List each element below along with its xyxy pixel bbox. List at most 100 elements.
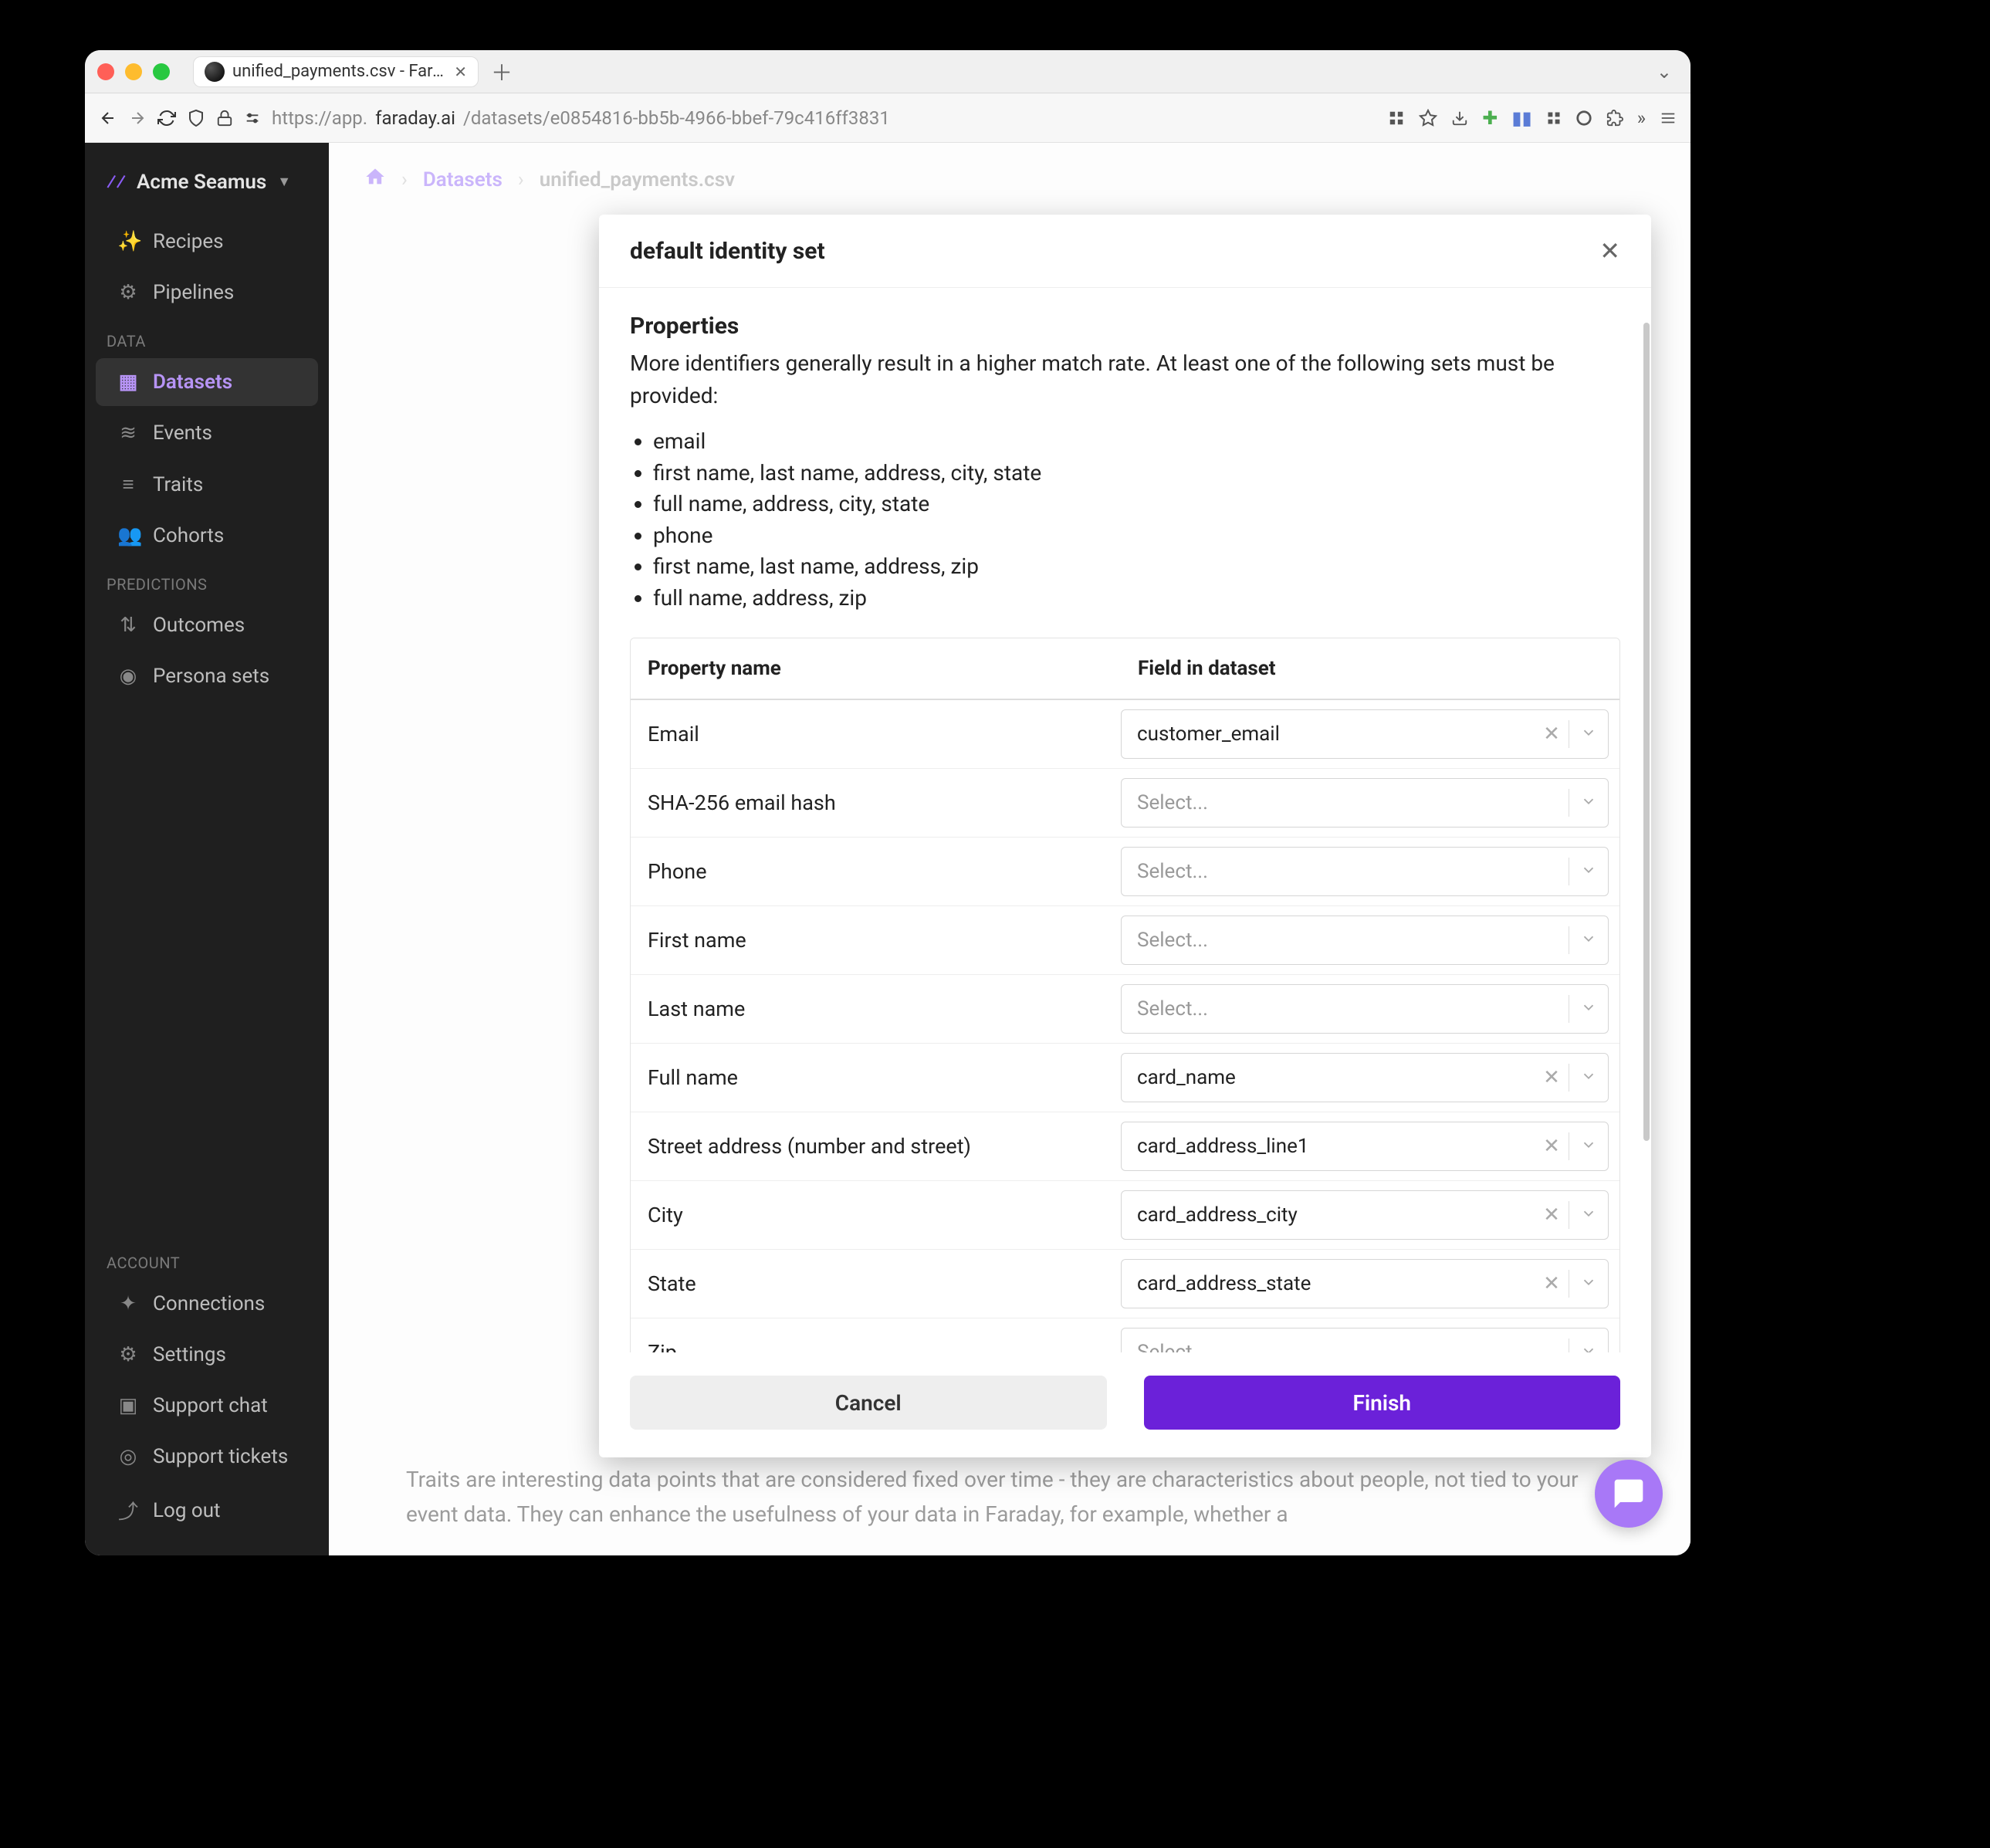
field-select[interactable]: card_address_line1✕	[1121, 1122, 1609, 1171]
sidebar-item-pipelines[interactable]: ⚙Pipelines	[96, 269, 318, 316]
org-switcher[interactable]: ⁄⁄ Acme Seamus ▼	[85, 160, 329, 216]
field-select[interactable]: card_address_state✕	[1121, 1259, 1609, 1308]
traits-icon: ≡	[117, 472, 139, 496]
chevron-down-icon[interactable]	[1569, 999, 1608, 1019]
clear-icon[interactable]: ✕	[1535, 1066, 1569, 1089]
chevron-down-icon[interactable]	[1569, 793, 1608, 813]
field-select[interactable]: Select...	[1121, 1328, 1609, 1352]
ext3-icon[interactable]	[1546, 110, 1562, 126]
lock-icon[interactable]	[216, 110, 233, 127]
chevron-down-icon[interactable]	[1569, 861, 1608, 882]
sidebar-item-logout[interactable]: ⤴Log out	[96, 1484, 318, 1537]
tab-close-icon[interactable]: ✕	[454, 63, 467, 81]
ext2-icon[interactable]: ▮▮	[1511, 107, 1531, 129]
new-tab-button[interactable]: ＋	[491, 56, 513, 87]
extensions-icon[interactable]	[1606, 110, 1623, 127]
clear-icon[interactable]: ✕	[1535, 1272, 1569, 1295]
tickets-icon: ◎	[117, 1445, 139, 1468]
field-select[interactable]: Select...	[1121, 984, 1609, 1034]
clear-icon[interactable]: ✕	[1535, 1135, 1569, 1158]
permissions-icon[interactable]	[244, 110, 261, 127]
properties-table: Property name Field in dataset Emailcust…	[630, 638, 1620, 1352]
field-select[interactable]: Select...	[1121, 847, 1609, 896]
field-select[interactable]: Select...	[1121, 916, 1609, 965]
sidebar-item-settings[interactable]: ⚙Settings	[96, 1331, 318, 1379]
table-header: Property name Field in dataset	[631, 638, 1619, 700]
sidebar-item-datasets[interactable]: ▦ Datasets	[96, 358, 318, 406]
property-name-cell: First name	[631, 928, 1121, 953]
field-select[interactable]: Select...	[1121, 778, 1609, 828]
sidebar-item-cohorts[interactable]: 👥Cohorts	[96, 512, 318, 560]
minimize-window-button[interactable]	[125, 63, 142, 80]
field-select[interactable]: card_address_city✕	[1121, 1190, 1609, 1240]
datasets-icon: ▦	[117, 371, 139, 394]
field-select[interactable]: customer_email✕	[1121, 709, 1609, 759]
ext4-icon[interactable]	[1575, 110, 1592, 127]
maximize-window-button[interactable]	[153, 63, 170, 80]
chevron-down-icon[interactable]	[1569, 724, 1608, 744]
tabs-dropdown-icon[interactable]: ⌄	[1657, 61, 1672, 83]
scrollbar-thumb[interactable]	[1643, 323, 1650, 1141]
menu-icon[interactable]	[1660, 110, 1677, 127]
field-select-cell: card_name✕	[1121, 1053, 1619, 1102]
sidebar-label: Datasets	[153, 371, 232, 394]
th-field: Field in dataset	[1121, 638, 1619, 699]
table-row: ZipSelect...	[631, 1318, 1619, 1352]
sidebar-item-recipes[interactable]: ✨Recipes	[96, 218, 318, 266]
select-value: Select...	[1122, 791, 1569, 814]
finish-button[interactable]: Finish	[1144, 1376, 1621, 1430]
chevron-down-icon: ▼	[277, 174, 291, 190]
address-input[interactable]: https://app.faraday.ai/datasets/e0854816…	[272, 107, 1377, 129]
field-select[interactable]: card_name✕	[1121, 1053, 1609, 1102]
chevron-down-icon[interactable]	[1569, 1068, 1608, 1088]
sidebar-item-outcomes[interactable]: ⇅Outcomes	[96, 601, 318, 649]
chevron-down-icon[interactable]	[1569, 1205, 1608, 1225]
main-content: › Datasets › unified_payments.csv ••• nd…	[329, 143, 1690, 1555]
sidebar-label: Support chat	[153, 1394, 268, 1417]
close-icon[interactable]: ✕	[1599, 236, 1620, 266]
chevron-down-icon[interactable]	[1569, 930, 1608, 950]
chevron-down-icon[interactable]	[1569, 1274, 1608, 1294]
apps-icon[interactable]	[1388, 110, 1405, 127]
cancel-button[interactable]: Cancel	[630, 1376, 1107, 1430]
sidebar-item-traits[interactable]: ≡ Traits	[96, 460, 318, 509]
identifier-set-item: full name, address, city, state	[653, 489, 1620, 520]
forward-button[interactable]	[128, 109, 147, 127]
download-icon[interactable]	[1451, 110, 1468, 127]
select-value: card_address_line1	[1122, 1135, 1535, 1158]
chevron-down-icon[interactable]	[1569, 1136, 1608, 1156]
back-button[interactable]	[99, 109, 117, 127]
field-select-cell: card_address_line1✕	[1121, 1122, 1619, 1171]
bookmark-icon[interactable]	[1419, 109, 1437, 127]
field-select-cell: Select...	[1121, 778, 1619, 828]
property-name-cell: State	[631, 1271, 1121, 1296]
org-logo-icon: ⁄⁄	[107, 169, 126, 195]
close-window-button[interactable]	[97, 63, 114, 80]
outcomes-icon: ⇅	[117, 614, 139, 637]
chevron-down-icon[interactable]	[1569, 1342, 1608, 1352]
sidebar-item-events[interactable]: ≋Events	[96, 409, 318, 457]
modal-scrollbar[interactable]	[1642, 300, 1651, 1357]
clear-icon[interactable]: ✕	[1535, 1203, 1569, 1227]
table-row: Emailcustomer_email✕	[631, 700, 1619, 769]
sidebar-item-support-tickets[interactable]: ◎Support tickets	[96, 1433, 318, 1481]
overflow-icon[interactable]: »	[1637, 107, 1646, 129]
chat-bubble-button[interactable]	[1595, 1460, 1663, 1528]
url-bar: https://app.faraday.ai/datasets/e0854816…	[85, 93, 1690, 143]
sidebar-label: Traits	[153, 473, 203, 496]
reload-button[interactable]	[157, 109, 176, 127]
select-value: card_name	[1122, 1066, 1535, 1089]
logout-icon: ⤴	[117, 1496, 139, 1525]
browser-tab[interactable]: unified_payments.csv - Faraday ✕	[193, 56, 479, 87]
sidebar-item-connections[interactable]: ✦Connections	[96, 1280, 318, 1328]
sidebar-item-support-chat[interactable]: ▣Support chat	[96, 1382, 318, 1430]
sidebar-item-persona-sets[interactable]: ◉Persona sets	[96, 652, 318, 700]
events-icon: ≋	[117, 421, 139, 445]
identifier-set-item: first name, last name, address, city, st…	[653, 458, 1620, 489]
property-name-cell: City	[631, 1203, 1121, 1227]
clear-icon[interactable]: ✕	[1535, 723, 1569, 746]
ext1-icon[interactable]: ✚	[1482, 107, 1498, 129]
tab-favicon	[205, 62, 225, 82]
shield-icon[interactable]	[187, 109, 205, 127]
section-account-label: ACCOUNT	[85, 1240, 329, 1278]
